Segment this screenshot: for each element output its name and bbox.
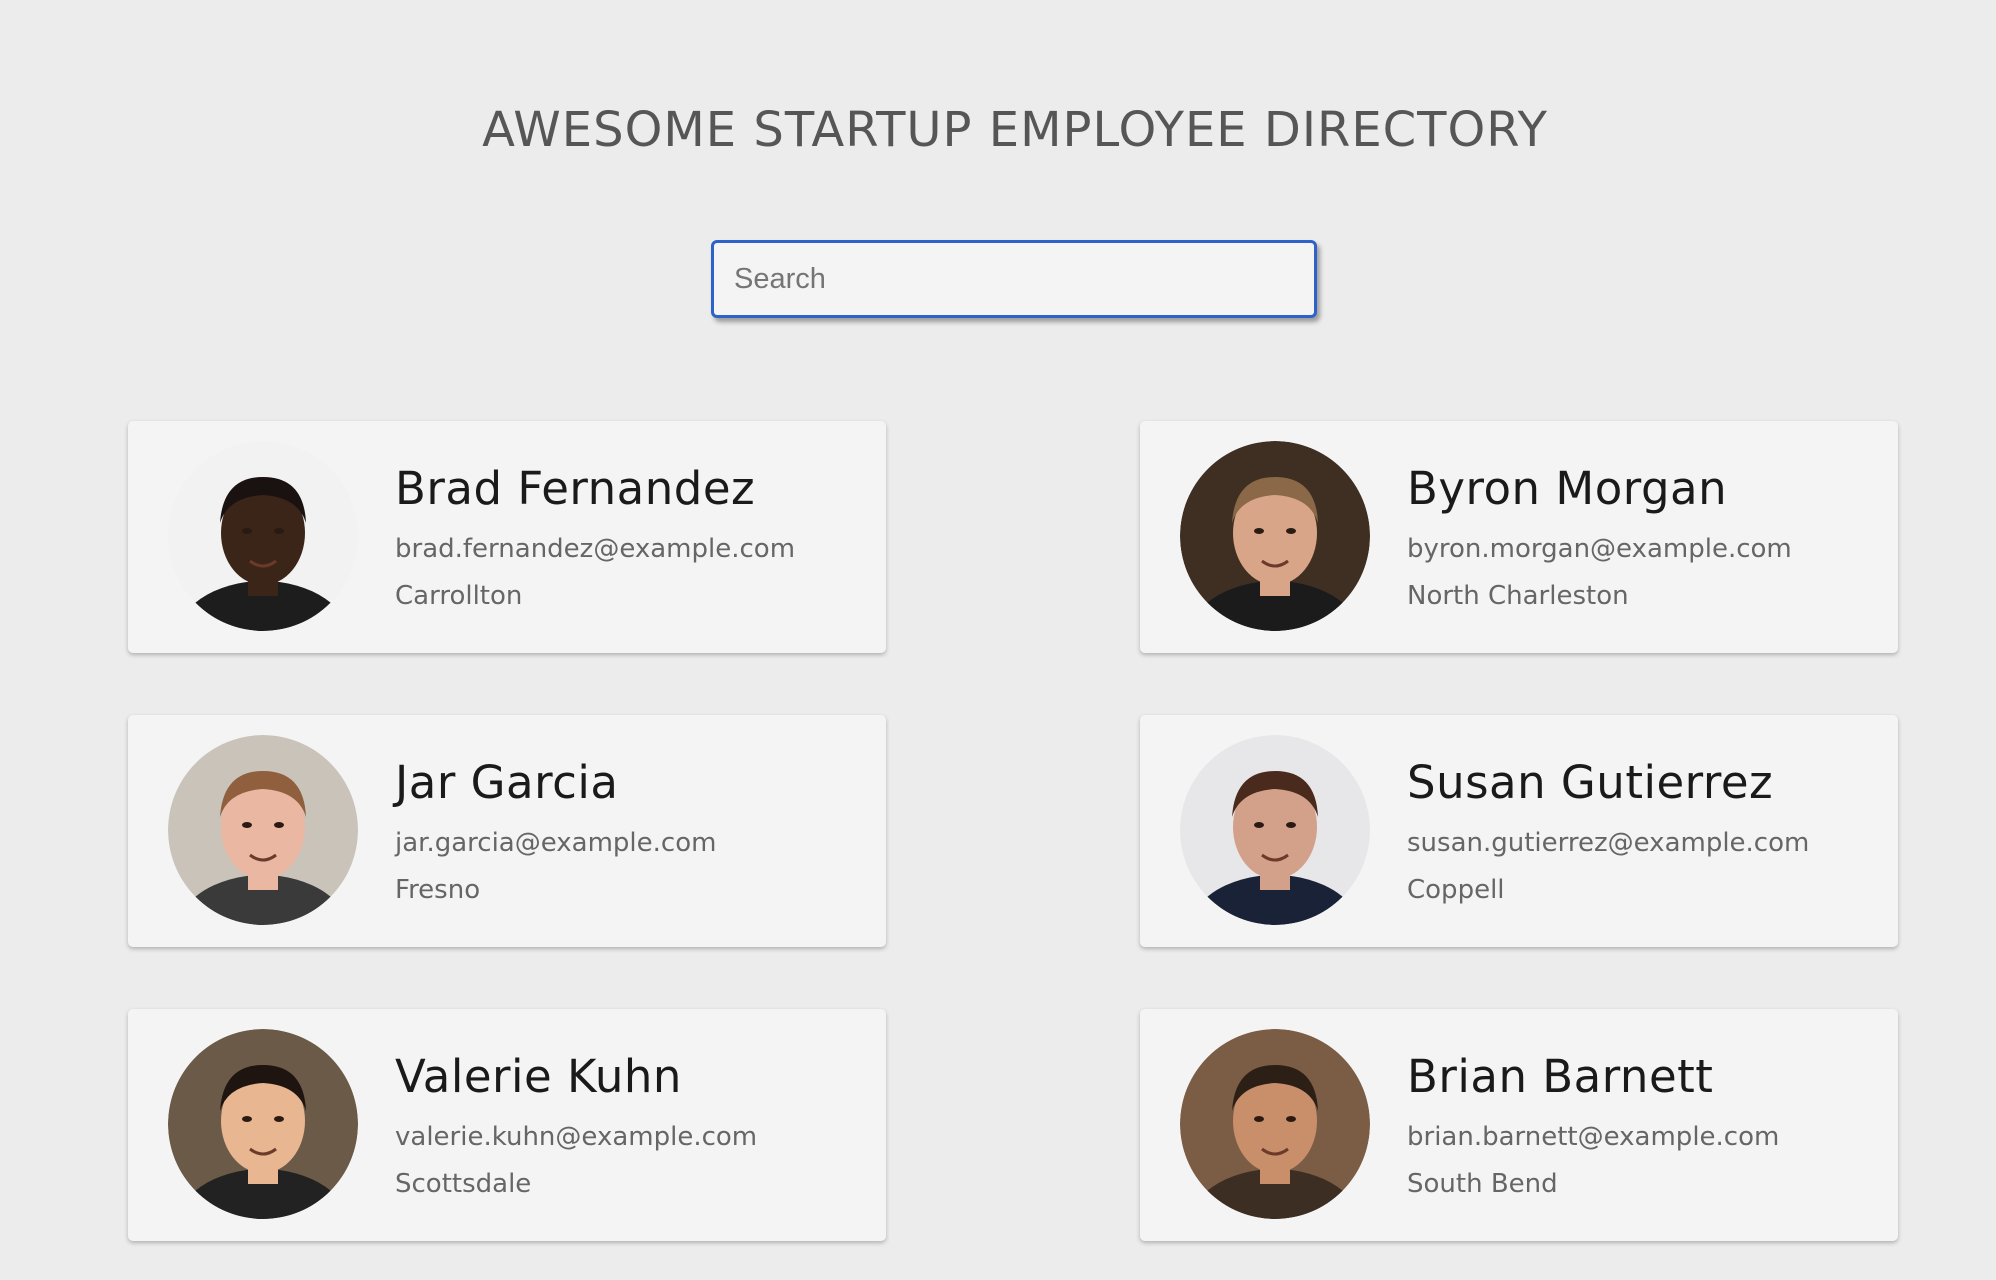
employee-city: North Charleston [1407,581,1629,611]
employee-name: Brad Fernandez [395,462,756,515]
directory-page: AWESOME STARTUP EMPLOYEE DIRECTORY Brad … [0,0,1996,1280]
employee-name: Susan Gutierrez [1407,756,1774,809]
employee-email: brian.barnett@example.com [1407,1122,1780,1152]
avatar [1180,1029,1370,1219]
avatar [1180,441,1370,631]
employee-city: South Bend [1407,1169,1558,1199]
employee-city: Scottsdale [395,1169,532,1199]
employee-city: Carrollton [395,581,523,611]
employee-name: Brian Barnett [1407,1050,1714,1103]
employee-city: Fresno [395,875,481,905]
avatar [168,441,358,631]
employee-email: jar.garcia@example.com [395,828,717,858]
employee-city: Coppell [1407,875,1505,905]
avatar [168,1029,358,1219]
employee-card[interactable]: Valerie Kuhn valerie.kuhn@example.com Scot… [128,1009,886,1241]
employee-name: Byron Morgan [1407,462,1728,515]
employee-email: valerie.kuhn@example.com [395,1122,758,1152]
page-title: AWESOME STARTUP EMPLOYEE DIRECTORY [482,102,1548,158]
employee-name: Valerie Kuhn [395,1050,682,1103]
search-container [711,240,1317,318]
search-input[interactable] [711,240,1317,318]
avatar [1180,735,1370,925]
employee-card[interactable]: Jar Garcia jar.garcia@example.com Fresno [128,715,886,947]
employee-email: susan.gutierrez@example.com [1407,828,1810,858]
employee-card[interactable]: Byron Morgan byron.morgan@example.com Nort… [1140,421,1898,653]
employee-card[interactable]: Brian Barnett brian.barnett@example.com So… [1140,1009,1898,1241]
avatar [168,735,358,925]
employee-email: brad.fernandez@example.com [395,534,796,564]
employee-name: Jar Garcia [395,756,619,809]
employee-card[interactable]: Brad Fernandez brad.fernandez@example.com… [128,421,886,653]
employee-email: byron.morgan@example.com [1407,534,1792,564]
employee-card[interactable]: Susan Gutierrez susan.gutierrez@example.c… [1140,715,1898,947]
